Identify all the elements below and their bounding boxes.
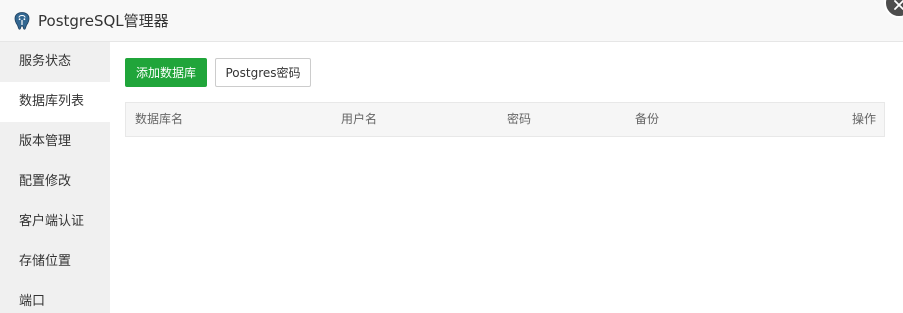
sidebar-item-config-edit[interactable]: 配置修改 bbox=[0, 162, 110, 202]
sidebar-item-label: 版本管理 bbox=[19, 134, 72, 149]
add-database-button[interactable]: 添加数据库 bbox=[125, 58, 207, 87]
sidebar-item-label: 端口 bbox=[19, 294, 46, 309]
database-table: 数据库名 用户名 密码 备份 操作 bbox=[125, 102, 885, 137]
sidebar-item-client-auth[interactable]: 客户端认证 bbox=[0, 202, 110, 242]
sidebar-item-label: 数据库列表 bbox=[19, 94, 85, 109]
column-header-backup: 备份 bbox=[635, 112, 660, 126]
close-icon[interactable] bbox=[884, 0, 903, 18]
sidebar-item-storage-location[interactable]: 存储位置 bbox=[0, 242, 110, 282]
sidebar-item-label: 配置修改 bbox=[19, 174, 72, 189]
sidebar-item-version-management[interactable]: 版本管理 bbox=[0, 122, 110, 162]
postgres-password-button[interactable]: Postgres密码 bbox=[215, 58, 311, 87]
column-header-actions: 操作 bbox=[851, 112, 876, 126]
window-title: PostgreSQL管理器 bbox=[38, 12, 169, 30]
column-header-password: 密码 bbox=[507, 112, 532, 126]
sidebar-item-label: 客户端认证 bbox=[19, 214, 85, 229]
main-content: 添加数据库 Postgres密码 数据库名 用户名 密码 备份 操作 bbox=[110, 42, 903, 313]
column-header-database-name: 数据库名 bbox=[135, 112, 184, 126]
column-header-username: 用户名 bbox=[341, 112, 378, 126]
postgresql-elephant-icon bbox=[12, 11, 32, 31]
postgresql-manager-window: PostgreSQL管理器 服务状态 数据库列表 版本管理 配置修改 客户端认证… bbox=[0, 0, 903, 313]
sidebar-item-label: 存储位置 bbox=[19, 254, 72, 269]
sidebar-item-database-list[interactable]: 数据库列表 bbox=[0, 82, 110, 122]
sidebar-item-service-status[interactable]: 服务状态 bbox=[0, 42, 110, 82]
sidebar-item-port[interactable]: 端口 bbox=[0, 282, 110, 313]
sidebar: 服务状态 数据库列表 版本管理 配置修改 客户端认证 存储位置 端口 bbox=[0, 42, 110, 313]
sidebar-item-label: 服务状态 bbox=[19, 54, 72, 69]
title-bar: PostgreSQL管理器 bbox=[0, 0, 903, 42]
